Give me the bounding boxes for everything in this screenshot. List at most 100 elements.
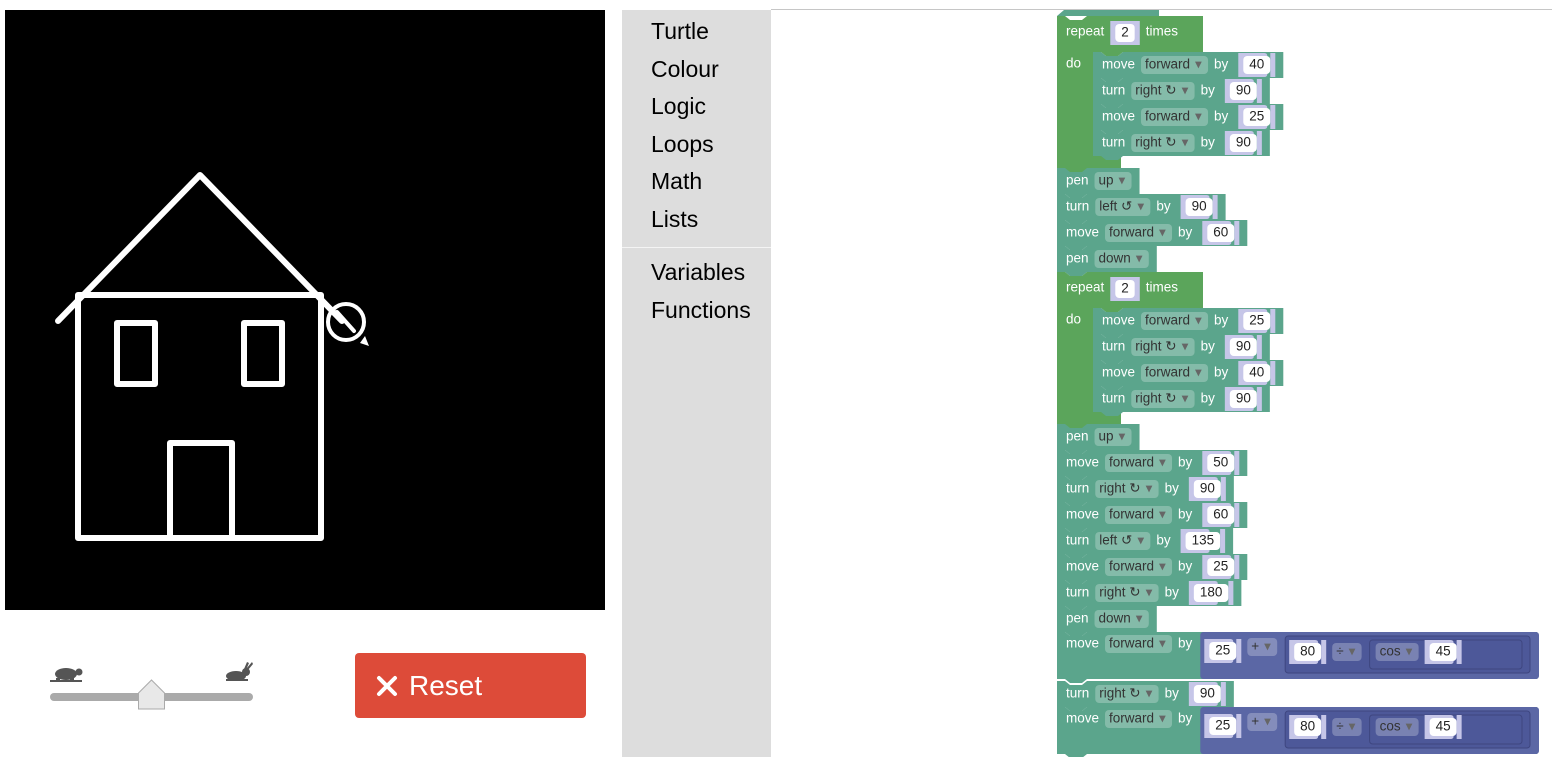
by-label: by xyxy=(1178,225,1193,240)
number-socket-end xyxy=(1270,309,1276,333)
trig-function-value: cos xyxy=(1380,719,1401,734)
repeat-count-socket-end xyxy=(1134,277,1140,301)
chevron-down-icon: ▾ xyxy=(1137,533,1144,548)
number-socket-end xyxy=(1234,555,1240,579)
by-label: by xyxy=(1165,585,1180,600)
number-value: 90 xyxy=(1236,83,1251,98)
number-value: 90 xyxy=(1236,339,1251,354)
number-socket-end xyxy=(1228,581,1234,605)
move-block-label: move xyxy=(1066,636,1099,651)
by-label: by xyxy=(1178,507,1193,522)
by-label: by xyxy=(1214,57,1229,72)
number-value: 45 xyxy=(1436,719,1451,734)
pen-direction-value: up xyxy=(1099,429,1114,444)
number-socket-end xyxy=(1456,640,1462,664)
chevron-down-icon: ▾ xyxy=(1182,339,1189,354)
by-label: by xyxy=(1201,339,1216,354)
by-label: by xyxy=(1156,533,1171,548)
turn-block-label: turn xyxy=(1066,533,1089,548)
repeat-label: repeat xyxy=(1066,24,1105,39)
repeat-do-label: do xyxy=(1066,312,1081,327)
chevron-down-icon: ▾ xyxy=(1136,611,1143,626)
number-value: 60 xyxy=(1213,225,1228,240)
number-value: 90 xyxy=(1200,686,1215,701)
by-label: by xyxy=(1178,559,1193,574)
number-socket-end xyxy=(1220,682,1226,706)
number-value: 180 xyxy=(1200,585,1223,600)
pen-block-label: pen xyxy=(1066,429,1089,444)
turn-block-label: turn xyxy=(1066,199,1089,214)
number-value: 90 xyxy=(1192,199,1207,214)
chevron-down-icon: ▾ xyxy=(1146,481,1153,496)
arithmetic-operator-value: + xyxy=(1251,714,1259,729)
turn-direction-value: right ↻ xyxy=(1135,339,1176,354)
move-block-label: move xyxy=(1066,455,1099,470)
turn-block-label: turn xyxy=(1066,585,1089,600)
chevron-down-icon: ▾ xyxy=(1146,686,1153,701)
chevron-down-icon: ▾ xyxy=(1349,719,1356,734)
move-direction-value: forward xyxy=(1145,57,1190,72)
block-partial xyxy=(1057,10,1159,16)
repeat-label: repeat xyxy=(1066,280,1105,295)
number-socket-end xyxy=(1270,361,1276,385)
number-value: 25 xyxy=(1215,718,1230,733)
repeat-times-label: times xyxy=(1146,280,1179,295)
turn-direction-value: right ↻ xyxy=(1099,686,1140,701)
number-socket-end xyxy=(1234,503,1240,527)
by-label: by xyxy=(1214,109,1229,124)
turn-direction-value: right ↻ xyxy=(1099,585,1140,600)
number-socket-end xyxy=(1234,221,1240,245)
pen-block-label: pen xyxy=(1066,173,1089,188)
number-value: 80 xyxy=(1300,644,1315,659)
chevron-down-icon: ▾ xyxy=(1159,636,1166,651)
move-direction-value: forward xyxy=(1145,313,1190,328)
turn-direction-value: left ↺ xyxy=(1099,199,1132,214)
move-direction-value: forward xyxy=(1145,365,1190,380)
number-value: 60 xyxy=(1213,507,1228,522)
turn-block-label: turn xyxy=(1102,135,1125,150)
number-socket-end xyxy=(1456,715,1462,739)
turn-block-label: turn xyxy=(1066,481,1089,496)
move-direction-value: forward xyxy=(1109,507,1154,522)
by-label: by xyxy=(1178,455,1193,470)
pen-block-label: pen xyxy=(1066,611,1089,626)
trig-function-value: cos xyxy=(1380,644,1401,659)
turn-block-label: turn xyxy=(1102,83,1125,98)
chevron-down-icon: ▾ xyxy=(1195,313,1202,328)
by-label: by xyxy=(1165,686,1180,701)
number-value: 40 xyxy=(1249,57,1264,72)
turn-block-label: turn xyxy=(1066,686,1089,701)
number-value: 25 xyxy=(1249,313,1264,328)
chevron-down-icon: ▾ xyxy=(1349,644,1356,659)
number-value: 90 xyxy=(1236,391,1251,406)
by-label: by xyxy=(1201,135,1216,150)
number-value: 50 xyxy=(1213,455,1228,470)
number-value: 25 xyxy=(1215,643,1230,658)
number-socket-end xyxy=(1256,387,1262,411)
chevron-down-icon: ▾ xyxy=(1406,719,1413,734)
by-label: by xyxy=(1165,481,1180,496)
repeat-count-value: 2 xyxy=(1121,281,1129,296)
move-block-label: move xyxy=(1066,711,1099,726)
move-block-label: move xyxy=(1102,313,1135,328)
chevron-down-icon: ▾ xyxy=(1195,109,1202,124)
chevron-down-icon: ▾ xyxy=(1159,559,1166,574)
move-block-label: move xyxy=(1066,507,1099,522)
repeat-times-label: times xyxy=(1146,24,1179,39)
chevron-down-icon: ▾ xyxy=(1159,711,1166,726)
by-label: by xyxy=(1156,199,1171,214)
move-block-label: move xyxy=(1066,559,1099,574)
chevron-down-icon: ▾ xyxy=(1182,391,1189,406)
pen-direction-value: up xyxy=(1099,173,1114,188)
chevron-down-icon: ▾ xyxy=(1137,199,1144,214)
pen-block-label: pen xyxy=(1066,251,1089,266)
move-block-label: move xyxy=(1102,57,1135,72)
move-direction-value: forward xyxy=(1109,225,1154,240)
move-direction-value: forward xyxy=(1109,559,1154,574)
turn-direction-value: right ↻ xyxy=(1135,83,1176,98)
move-direction-value: forward xyxy=(1145,109,1190,124)
turn-direction-value: left ↺ xyxy=(1099,533,1132,548)
number-socket-end xyxy=(1220,477,1226,501)
move-block-label: move xyxy=(1102,365,1135,380)
block-workspace[interactable]: repeat 2 times do move forward ▾ by 40 turn right … xyxy=(0,0,1552,757)
